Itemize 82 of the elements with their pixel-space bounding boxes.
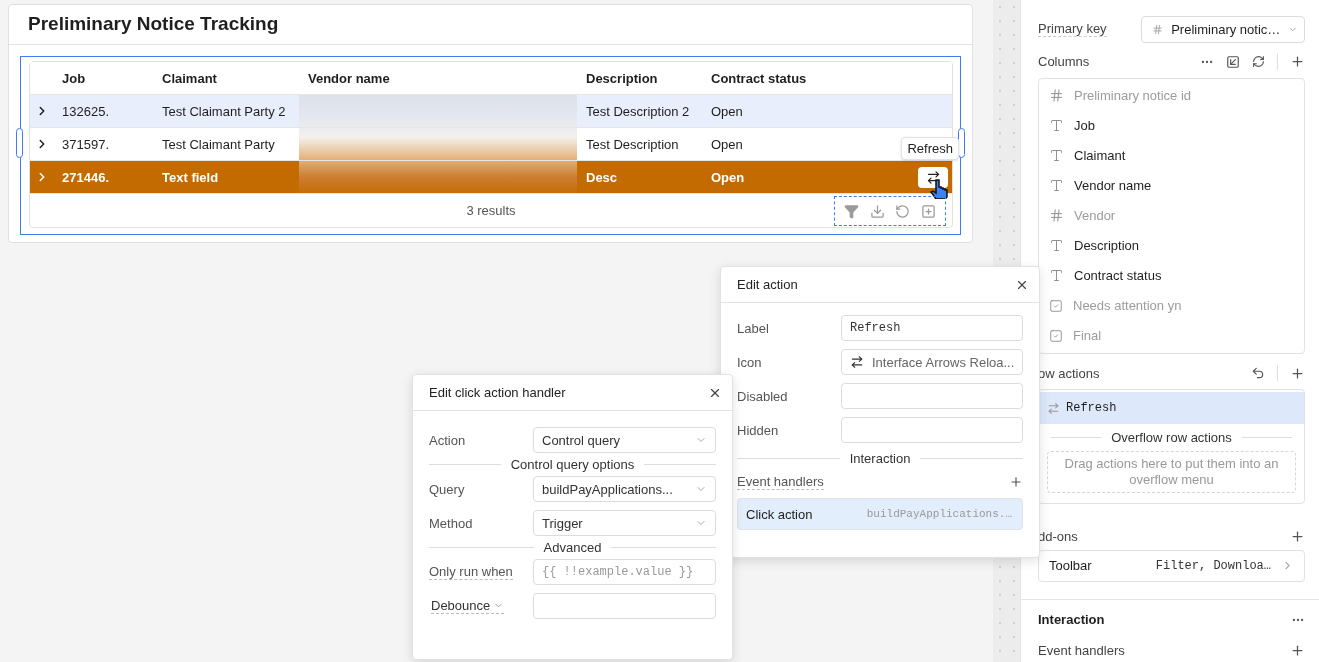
column-item[interactable]: Job xyxy=(1039,110,1304,141)
table-cell-text: 132625. xyxy=(61,103,110,119)
divider-label: Control query options xyxy=(510,457,635,472)
text-type-icon xyxy=(1049,178,1064,194)
table-cell-text: Open xyxy=(710,136,743,152)
select-field[interactable]: buildPayApplications... xyxy=(533,476,716,502)
divider-label: Overflow row actions xyxy=(1111,430,1232,446)
input-field[interactable] xyxy=(533,593,716,619)
add-icon[interactable] xyxy=(1290,642,1305,658)
table-cell-text: Test Claimant Party 2 xyxy=(161,103,287,119)
field-label: Disabled xyxy=(737,388,788,404)
tooltip: Refresh xyxy=(901,137,959,160)
event-handler-item[interactable]: Click action buildPayApplications.… xyxy=(737,498,1023,530)
table-cell-text: Text field xyxy=(161,169,220,185)
column-item[interactable]: Claimant xyxy=(1039,140,1304,171)
table-cell-text: Test Description 2 xyxy=(585,103,691,119)
column-item[interactable]: Description xyxy=(1039,230,1304,261)
divider-label: Interaction xyxy=(849,451,911,466)
arrows-icon xyxy=(1047,401,1060,415)
panel-title: Edit action xyxy=(737,277,798,292)
table-cell-text: 271446. xyxy=(61,169,110,185)
section-title: Interaction xyxy=(1038,612,1105,628)
column-header[interactable]: Description xyxy=(577,70,702,86)
column-header[interactable]: Contract status xyxy=(702,70,807,86)
reset-icon[interactable] xyxy=(895,203,911,219)
table-cell-text: Desc xyxy=(585,169,619,185)
card-title: Preliminary Notice Tracking xyxy=(9,5,972,45)
return-arrow-icon[interactable] xyxy=(1251,366,1265,381)
field-label: Label xyxy=(737,320,769,336)
text-type-icon xyxy=(1049,238,1064,254)
section-label: Columns xyxy=(1038,54,1090,70)
panel-title: Edit click action handler xyxy=(429,385,566,400)
column-header[interactable]: Job xyxy=(53,70,153,86)
select-field[interactable]: Control query xyxy=(533,427,716,453)
field-label: Only run when xyxy=(429,564,513,580)
sync-icon[interactable] xyxy=(1252,55,1265,69)
table-cell-text: 371597. xyxy=(61,136,110,152)
table-cell-text: Test Description xyxy=(585,136,680,152)
field-label: Method xyxy=(429,515,473,531)
results-count: 3 results xyxy=(466,203,516,218)
text-type-icon xyxy=(1049,268,1064,284)
section-label: Event handlers xyxy=(1038,642,1125,658)
table-cell-text: Open xyxy=(710,169,745,185)
hash-icon xyxy=(1049,88,1064,104)
hash-icon xyxy=(1049,208,1064,224)
input-field[interactable]: Refresh xyxy=(841,315,1023,341)
checkbox-icon xyxy=(1049,328,1063,343)
column-item[interactable]: Vendor name xyxy=(1039,170,1304,201)
field-label: Event handlers xyxy=(737,474,824,490)
arrow-box-icon[interactable] xyxy=(1226,54,1240,69)
icon-select[interactable]: Interface Arrows Reloa... xyxy=(841,349,1024,375)
table-cell-text: Open xyxy=(710,103,743,119)
column-header[interactable]: Claimant xyxy=(153,70,299,86)
field-label: Action xyxy=(429,432,466,448)
debounce-dropdown[interactable]: Debounce xyxy=(431,598,505,614)
field-label: Hidden xyxy=(737,422,779,438)
field-label: Icon xyxy=(737,354,762,370)
checkbox-icon xyxy=(1049,298,1063,313)
table-row[interactable]: 132625. Test Claimant Party 2 Test Description 2 Open xyxy=(30,95,952,128)
drop-zone: Drag actions here to put them into an overflow menu xyxy=(1047,451,1296,494)
primary-key-select[interactable]: Preliminary notic… xyxy=(1141,15,1305,43)
select-field[interactable]: Trigger xyxy=(533,510,716,536)
arrows-icon xyxy=(850,355,864,369)
divider-label: Advanced xyxy=(543,540,602,555)
add-icon[interactable] xyxy=(1290,365,1305,381)
add-icon[interactable] xyxy=(1290,54,1305,70)
filter-icon[interactable] xyxy=(844,203,860,219)
column-header[interactable]: Vendor name xyxy=(299,70,577,86)
add-icon[interactable] xyxy=(1290,528,1305,544)
download-icon[interactable] xyxy=(869,203,885,219)
input-field[interactable] xyxy=(841,417,1023,443)
text-type-icon xyxy=(1049,148,1064,164)
row-action-item[interactable]: Refresh xyxy=(1039,392,1304,425)
text-type-icon xyxy=(1049,118,1064,134)
field-label: Primary key xyxy=(1038,21,1107,37)
table-cell-text: Test Claimant Party xyxy=(161,136,276,152)
input-field[interactable] xyxy=(841,383,1023,409)
resize-handle[interactable] xyxy=(16,128,23,158)
row-action-button[interactable] xyxy=(918,167,948,188)
column-item[interactable]: Contract status xyxy=(1039,260,1304,291)
addon-item[interactable]: Toolbar Filter, Downloa… xyxy=(1038,549,1305,582)
field-label: Query xyxy=(429,481,465,497)
